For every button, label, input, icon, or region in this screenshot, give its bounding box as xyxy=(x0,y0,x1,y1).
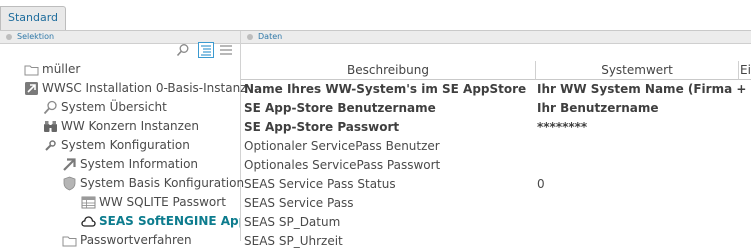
table-row[interactable]: Optionales ServicePass Passwort xyxy=(241,156,751,175)
tree-item-label: WW SQLITE Passwort xyxy=(99,195,226,209)
description-cell: Optionaler ServicePass Benutzer xyxy=(244,139,440,153)
collapse-dot-icon[interactable] xyxy=(247,33,253,40)
tree-item-label: SEAS SoftENGINE AppStore xyxy=(99,214,240,228)
value-cell[interactable]: ******** xyxy=(537,118,751,137)
table-row[interactable]: SEAS SP_Datum xyxy=(241,213,751,232)
magnifier-icon xyxy=(43,100,57,115)
description-cell: SE App-Store Passwort xyxy=(244,120,400,134)
menu-icon[interactable] xyxy=(219,43,233,57)
column-header-systemwert[interactable]: Systemwert xyxy=(536,61,739,80)
tree-item-label: WWSC Installation 0-Basis-Instanz xyxy=(42,81,247,95)
table-row[interactable]: SE App-Store Passwort ******** xyxy=(241,118,751,137)
collapse-dot-icon[interactable] xyxy=(6,33,12,40)
description-cell: Optionales ServicePass Passwort xyxy=(244,158,441,172)
tree-item-seas-appstore[interactable]: SEAS SoftENGINE AppStore xyxy=(81,212,240,231)
binoculars-icon xyxy=(44,121,57,132)
value-cell[interactable]: 0 xyxy=(537,175,751,194)
table-row[interactable]: Optionaler ServicePass Benutzer xyxy=(241,137,751,156)
table-row[interactable]: SEAS Service Pass xyxy=(241,194,751,213)
description-cell: SEAS SP_Datum xyxy=(244,215,341,229)
shield-icon xyxy=(63,176,76,191)
tree-item-label: müller xyxy=(42,62,81,76)
selection-panel-title: Selektion xyxy=(17,32,55,41)
description-cell: SEAS SP_Uhrzeit xyxy=(244,234,343,248)
table-row[interactable]: SEAS Service Pass Status 0 xyxy=(241,175,751,194)
arrow-up-right-icon xyxy=(63,158,76,171)
wrench-icon xyxy=(45,140,56,151)
table-row[interactable]: SEAS SP_Uhrzeit xyxy=(241,232,751,251)
tab-strip: Standard xyxy=(0,0,751,31)
table-row[interactable]: SE App-Store Benutzername Ihr Benutzerna… xyxy=(241,99,751,118)
data-panel-title: Daten xyxy=(258,32,283,41)
tree-item-label: System Basis Konfiguration xyxy=(80,176,245,190)
column-header-beschreibung[interactable]: Beschreibung xyxy=(241,61,536,80)
description-cell: SEAS Service Pass Status xyxy=(244,177,396,191)
data-panel-header: Daten xyxy=(241,31,751,44)
value-cell[interactable]: Ihr Benutzername xyxy=(537,99,751,118)
description-cell: Name Ihres WW-System's im SE AppStore xyxy=(244,82,527,96)
table-row[interactable]: Name Ihres WW-System's im SE AppStore Ih… xyxy=(241,80,751,99)
tree-item-label: WW Konzern Instanzen xyxy=(61,119,199,133)
tree-item-label: System Konfiguration xyxy=(61,138,190,152)
tree-item-label: System Übersicht xyxy=(61,100,167,114)
install-arrow-icon xyxy=(25,82,38,95)
cloud-icon xyxy=(81,216,96,227)
folder-icon xyxy=(24,65,39,76)
table-icon xyxy=(81,196,96,209)
description-cell: SEAS Service Pass xyxy=(244,196,354,210)
search-icon[interactable] xyxy=(176,43,190,57)
value-cell[interactable]: Ihr WW System Name (Firma + Datum) xyxy=(537,80,751,99)
tab-standard[interactable]: Standard xyxy=(0,6,66,30)
list-view-icon[interactable] xyxy=(198,42,214,58)
tree-item-label: System Information xyxy=(80,157,199,171)
column-header-ei[interactable]: Ei xyxy=(739,61,751,80)
description-cell: SE App-Store Benutzername xyxy=(244,101,436,115)
